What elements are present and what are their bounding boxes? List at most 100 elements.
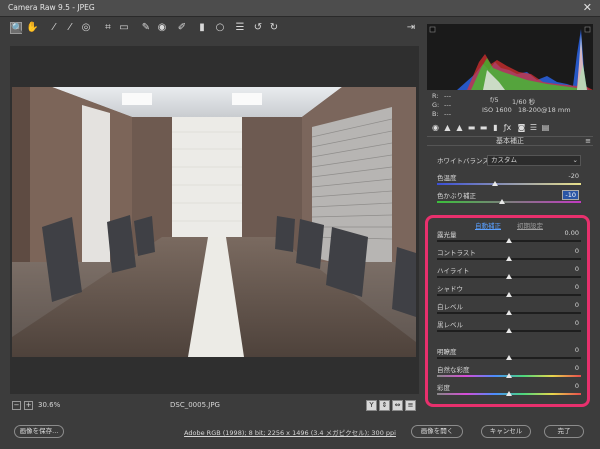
whites-value[interactable]: 0 [575, 301, 579, 309]
vibrance-slider-row: 自然な彩度 0 [437, 364, 581, 382]
vibrance-thumb[interactable] [506, 373, 512, 378]
tint-label: 色かぶり補正 [437, 192, 476, 200]
exposure-slider-row: 露光量 0.00 [437, 229, 581, 247]
highlights-thumb[interactable] [506, 274, 512, 279]
tab-hsl-icon[interactable]: ▬ [467, 123, 476, 132]
blacks-value[interactable]: 0 [575, 319, 579, 327]
photo-preview [12, 87, 416, 357]
shadows-thumb[interactable] [506, 292, 512, 297]
export-icon[interactable]: ⇥ [405, 22, 417, 34]
done-button[interactable]: 完了 [544, 425, 584, 438]
tab-split-toning-icon[interactable]: ▬ [479, 123, 488, 132]
swap-view-button[interactable]: ⇔ [392, 400, 403, 411]
spot-removal-icon[interactable]: ✎ [140, 22, 152, 34]
zoom-icon[interactable]: 🔍 [10, 22, 23, 34]
whites-label: 白レベル [437, 303, 463, 311]
rotate-right-icon[interactable]: ↻ [268, 22, 280, 34]
saturation-slider-row: 彩度 0 [437, 382, 581, 400]
preferences-icon[interactable]: ☰ [234, 22, 246, 34]
temperature-value[interactable]: -20 [568, 172, 579, 180]
zoom-out-button[interactable]: − [12, 401, 21, 410]
aperture-value: f/5 [490, 96, 499, 104]
tab-lens-corrections-icon[interactable]: ▮ [491, 123, 500, 132]
panel-tabs: ◉ ▲ ▲ ▬ ▬ ▮ ƒx ◙ ☰ ▤ [427, 122, 593, 134]
contrast-thumb[interactable] [506, 256, 512, 261]
hand-icon[interactable]: ✋ [26, 22, 38, 34]
clarity-thumb[interactable] [506, 355, 512, 360]
highlights-value[interactable]: 0 [575, 265, 579, 273]
shutter-value: 1/60 秒 [512, 98, 536, 106]
b-label: B: [432, 110, 439, 118]
g-value: --- [444, 101, 452, 109]
white-balance-row: ホワイトバランス : カスタム ⌄ [437, 155, 582, 167]
image-status-bar: − + 30.6% DSC_0005.JPG Y ⇕ ⇔ ≡ [10, 399, 419, 413]
temperature-thumb[interactable] [491, 181, 498, 186]
contrast-label: コントラスト [437, 249, 476, 257]
crop-icon[interactable]: ⌗ [102, 22, 114, 34]
radial-filter-icon[interactable]: ○ [214, 22, 226, 34]
tint-thumb[interactable] [498, 199, 505, 204]
chevron-down-icon: ⌄ [572, 156, 578, 164]
clarity-slider-row: 明瞭度 0 [437, 346, 581, 364]
temperature-slider-row: 色温度 -20 [437, 172, 581, 190]
before-after-y-button[interactable]: Y [366, 400, 377, 411]
whites-thumb[interactable] [506, 310, 512, 315]
adjustment-brush-icon[interactable]: ✐ [176, 22, 188, 34]
tab-tone-curve-icon[interactable]: ▲ [443, 123, 452, 132]
temperature-track[interactable] [437, 183, 581, 185]
tab-snapshots-icon[interactable]: ▤ [541, 123, 550, 132]
vibrance-label: 自然な彩度 [437, 366, 470, 374]
red-eye-icon[interactable]: ◉ [156, 22, 168, 34]
contrast-slider-row: コントラスト 0 [437, 247, 581, 265]
highlights-slider-row: ハイライト 0 [437, 265, 581, 283]
r-label: R: [432, 92, 439, 100]
toolbar: 🔍 ✋ ⁄ ⁄ ◎ ⌗ ▭ ✎ ◉ ✐ ▮ ○ ☰ ↺ ↻ ⇥ [0, 20, 420, 38]
workflow-options-link[interactable]: Adobe RGB (1998); 8 bit; 2256 x 1496 (3.… [160, 427, 420, 437]
blacks-thumb[interactable] [506, 328, 512, 333]
shadows-slider-row: シャドウ 0 [437, 283, 581, 301]
exposure-thumb[interactable] [506, 238, 512, 243]
graduated-filter-icon[interactable]: ▮ [196, 22, 208, 34]
view-settings-button[interactable]: ≡ [405, 400, 416, 411]
contrast-value[interactable]: 0 [575, 247, 579, 255]
white-balance-select[interactable]: カスタム ⌄ [487, 155, 581, 166]
before-after-split-button[interactable]: ⇕ [379, 400, 390, 411]
highlights-label: ハイライト [437, 267, 470, 275]
rotate-left-icon[interactable]: ↺ [252, 22, 264, 34]
tint-track[interactable] [437, 201, 581, 203]
panel-title-label: 基本補正 [496, 137, 524, 145]
clarity-value[interactable]: 0 [575, 346, 579, 354]
open-image-button[interactable]: 画像を開く [411, 425, 463, 438]
camera-info: R: --- G: --- B: --- f/5 1/60 秒 ISO 1600… [432, 92, 592, 118]
zoom-in-button[interactable]: + [24, 401, 33, 410]
saturation-value[interactable]: 0 [575, 382, 579, 390]
color-sampler-icon[interactable]: ⁄ [64, 22, 76, 34]
image-canvas[interactable] [10, 46, 419, 394]
r-value: --- [444, 92, 452, 100]
iso-value: ISO 1600 [482, 106, 512, 114]
tab-camera-calibration-icon[interactable]: ◙ [517, 123, 526, 132]
saturation-thumb[interactable] [506, 391, 512, 396]
exposure-value[interactable]: 0.00 [565, 229, 579, 237]
clarity-label: 明瞭度 [437, 348, 457, 356]
g-label: G: [432, 101, 440, 109]
tab-presets-icon[interactable]: ☰ [529, 123, 538, 132]
shadows-value[interactable]: 0 [575, 283, 579, 291]
tab-effects-icon[interactable]: ƒx [503, 123, 512, 132]
panel-menu-icon[interactable]: ≡ [585, 137, 591, 146]
straighten-icon[interactable]: ▭ [118, 22, 130, 34]
tab-basic-icon[interactable]: ◉ [431, 123, 440, 132]
save-image-button[interactable]: 画像を保存... [14, 425, 64, 438]
close-icon[interactable]: ✕ [583, 1, 592, 14]
vibrance-value[interactable]: 0 [575, 364, 579, 372]
target-adjustment-icon[interactable]: ◎ [80, 22, 92, 34]
cancel-button[interactable]: キャンセル [481, 425, 531, 438]
window-title: Camera Raw 9.5 - JPEG [8, 3, 95, 12]
panel-title: 基本補正 ≡ [427, 136, 593, 146]
white-balance-icon[interactable]: ⁄ [48, 22, 60, 34]
blacks-slider-row: 黒レベル 0 [437, 319, 581, 337]
saturation-label: 彩度 [437, 384, 450, 392]
zoom-level[interactable]: 30.6% [38, 401, 60, 409]
tint-value-field[interactable]: -10 [562, 190, 579, 200]
tab-detail-icon[interactable]: ▲ [455, 123, 464, 132]
